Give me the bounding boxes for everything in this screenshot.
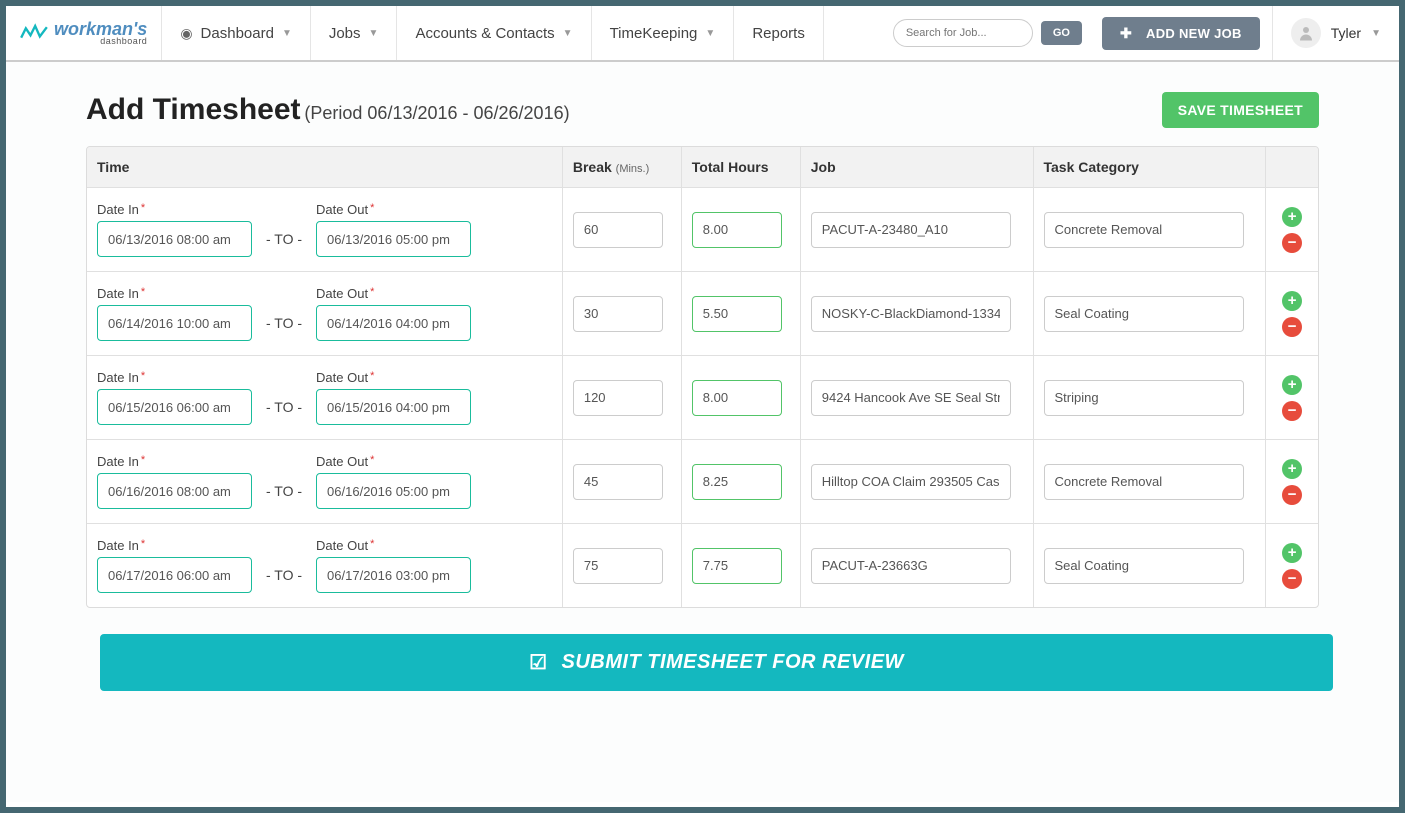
to-separator: - TO - xyxy=(266,315,302,341)
table-row: Date In* - TO - Date Out* + − xyxy=(87,188,1318,272)
break-input[interactable] xyxy=(573,464,663,500)
header-time: Time xyxy=(87,147,563,188)
task-category-input[interactable] xyxy=(1044,380,1244,416)
add-row-button[interactable]: + xyxy=(1282,543,1302,563)
date-in-input[interactable] xyxy=(97,473,252,509)
header-job: Job xyxy=(801,147,1034,188)
table-row: Date In* - TO - Date Out* + − xyxy=(87,272,1318,356)
add-job-button[interactable]: ✚ ADD NEW JOB xyxy=(1102,17,1260,50)
break-input[interactable] xyxy=(573,380,663,416)
top-navbar: workman's dashboard ◉ Dashboard ▼ Jobs ▼… xyxy=(6,6,1399,62)
date-in-input[interactable] xyxy=(97,389,252,425)
delete-row-button[interactable]: − xyxy=(1282,485,1302,505)
to-separator: - TO - xyxy=(266,399,302,425)
page-title: Add Timesheet xyxy=(86,93,301,126)
nav-reports[interactable]: Reports xyxy=(734,6,824,60)
date-out-label: Date Out* xyxy=(316,454,471,469)
date-in-label: Date In* xyxy=(97,538,252,553)
total-hours-input[interactable] xyxy=(692,212,782,248)
save-timesheet-button[interactable]: SAVE TIMESHEET xyxy=(1162,92,1319,128)
chevron-down-icon: ▼ xyxy=(705,28,715,39)
nav-search: GO xyxy=(885,6,1090,60)
nav-jobs[interactable]: Jobs ▼ xyxy=(311,6,398,60)
date-in-input[interactable] xyxy=(97,557,252,593)
search-input[interactable] xyxy=(893,19,1033,47)
table-row: Date In* - TO - Date Out* + − xyxy=(87,356,1318,440)
to-separator: - TO - xyxy=(266,231,302,257)
table-row: Date In* - TO - Date Out* + − xyxy=(87,440,1318,524)
to-separator: - TO - xyxy=(266,567,302,593)
delete-row-button[interactable]: − xyxy=(1282,569,1302,589)
date-in-input[interactable] xyxy=(97,221,252,257)
date-out-label: Date Out* xyxy=(316,538,471,553)
user-menu[interactable]: Tyler ▼ xyxy=(1272,6,1399,60)
date-in-label: Date In* xyxy=(97,202,252,217)
total-hours-input[interactable] xyxy=(692,380,782,416)
header-break: Break (Mins.) xyxy=(563,147,682,188)
go-button[interactable]: GO xyxy=(1041,21,1082,45)
add-row-button[interactable]: + xyxy=(1282,375,1302,395)
task-category-input[interactable] xyxy=(1044,464,1244,500)
add-row-button[interactable]: + xyxy=(1282,207,1302,227)
nav-dashboard[interactable]: ◉ Dashboard ▼ xyxy=(162,6,311,60)
add-row-button[interactable]: + xyxy=(1282,459,1302,479)
date-out-input[interactable] xyxy=(316,557,471,593)
date-out-label: Date Out* xyxy=(316,202,471,217)
task-category-input[interactable] xyxy=(1044,212,1244,248)
date-in-input[interactable] xyxy=(97,305,252,341)
delete-row-button[interactable]: − xyxy=(1282,317,1302,337)
job-input[interactable] xyxy=(811,548,1011,584)
job-input[interactable] xyxy=(811,464,1011,500)
logo-icon xyxy=(20,23,48,43)
break-input[interactable] xyxy=(573,212,663,248)
task-category-input[interactable] xyxy=(1044,548,1244,584)
date-out-label: Date Out* xyxy=(316,370,471,385)
total-hours-input[interactable] xyxy=(692,464,782,500)
check-icon: ☑ xyxy=(529,650,547,675)
break-input[interactable] xyxy=(573,548,663,584)
total-hours-input[interactable] xyxy=(692,296,782,332)
date-out-label: Date Out* xyxy=(316,286,471,301)
nav-timekeeping[interactable]: TimeKeeping ▼ xyxy=(592,6,735,60)
user-icon xyxy=(1297,24,1315,42)
date-out-input[interactable] xyxy=(316,305,471,341)
dashboard-icon: ◉ xyxy=(180,25,192,42)
date-out-input[interactable] xyxy=(316,473,471,509)
nav-accounts[interactable]: Accounts & Contacts ▼ xyxy=(397,6,591,60)
date-out-input[interactable] xyxy=(316,389,471,425)
job-input[interactable] xyxy=(811,296,1011,332)
user-name: Tyler xyxy=(1331,25,1361,41)
chevron-down-icon: ▼ xyxy=(282,28,292,39)
plus-icon: ✚ xyxy=(1120,25,1132,42)
header-hours: Total Hours xyxy=(682,147,801,188)
timesheet-table: Time Break (Mins.) Total Hours Job Task … xyxy=(86,146,1319,608)
delete-row-button[interactable]: − xyxy=(1282,401,1302,421)
job-input[interactable] xyxy=(811,212,1011,248)
job-input[interactable] xyxy=(811,380,1011,416)
delete-row-button[interactable]: − xyxy=(1282,233,1302,253)
brand-logo[interactable]: workman's dashboard xyxy=(6,6,162,60)
total-hours-input[interactable] xyxy=(692,548,782,584)
to-separator: - TO - xyxy=(266,483,302,509)
task-category-input[interactable] xyxy=(1044,296,1244,332)
table-row: Date In* - TO - Date Out* + − xyxy=(87,524,1318,607)
date-in-label: Date In* xyxy=(97,454,252,469)
date-out-input[interactable] xyxy=(316,221,471,257)
submit-timesheet-button[interactable]: ☑ SUBMIT TIMESHEET FOR REVIEW xyxy=(100,634,1333,691)
date-in-label: Date In* xyxy=(97,370,252,385)
break-input[interactable] xyxy=(573,296,663,332)
chevron-down-icon: ▼ xyxy=(563,28,573,39)
page-period: (Period 06/13/2016 - 06/26/2016) xyxy=(304,103,569,123)
avatar xyxy=(1291,18,1321,48)
add-row-button[interactable]: + xyxy=(1282,291,1302,311)
header-actions xyxy=(1266,147,1318,188)
header-task: Task Category xyxy=(1034,147,1267,188)
date-in-label: Date In* xyxy=(97,286,252,301)
chevron-down-icon: ▼ xyxy=(369,28,379,39)
chevron-down-icon: ▼ xyxy=(1371,28,1381,39)
